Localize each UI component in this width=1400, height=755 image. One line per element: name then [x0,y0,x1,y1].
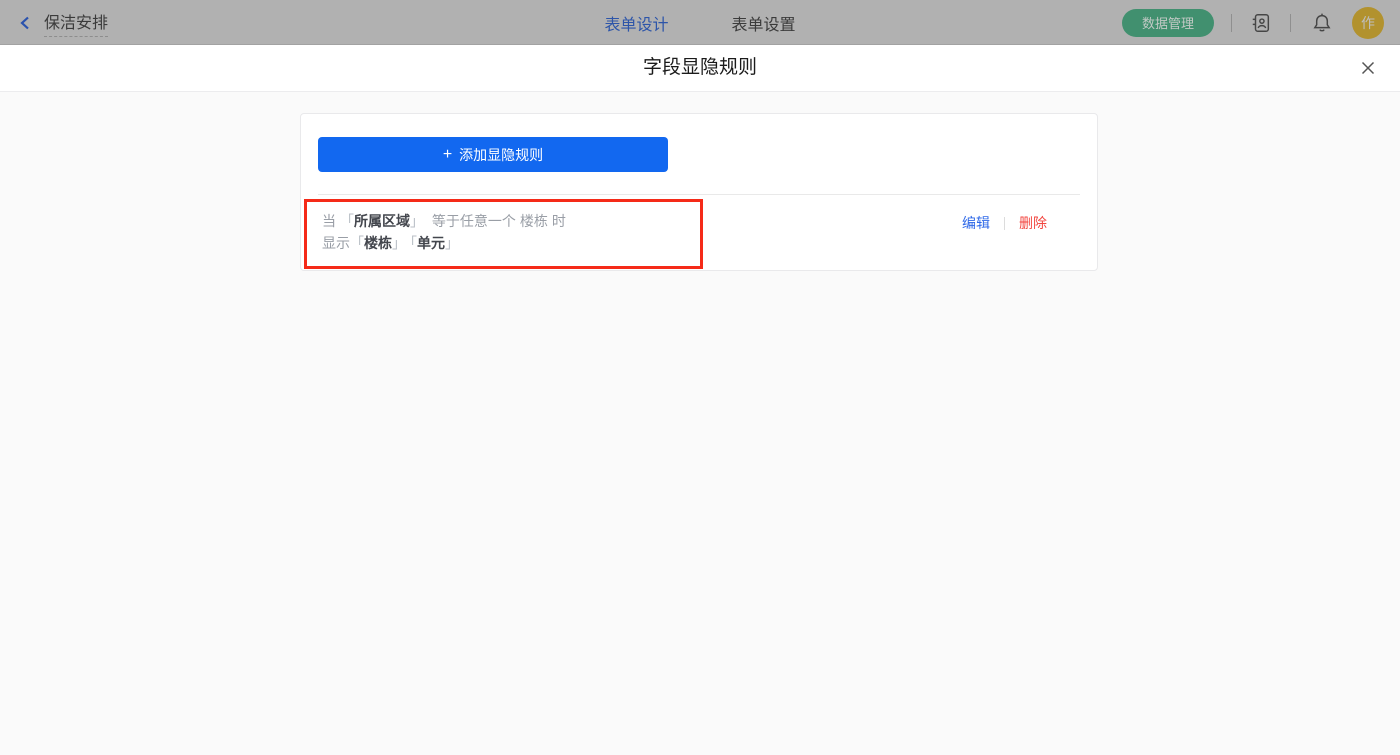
divider [1004,216,1005,230]
condition-field: 所属区域 [354,213,410,229]
condition-value: 楼栋 [519,213,548,229]
show-field: 楼栋 [364,235,392,251]
bracket-close: 」 [392,235,406,251]
bracket-close: 」 [410,213,424,229]
bell-icon [1313,13,1331,31]
modal-header: 字段显隐规则 [0,45,1400,92]
chevron-left-icon [18,15,33,31]
contacts-button[interactable] [1249,11,1273,35]
notifications-button[interactable] [1310,11,1334,35]
page-title: 字段显隐规则 [642,57,757,78]
plus-icon: + [442,145,453,163]
topbar-right: 数据管理 作 [1121,0,1384,45]
condition-operator: 等于任意一个 [431,213,516,229]
when-label: 当 [322,213,336,229]
show-field: 单元 [417,235,445,251]
divider [1290,13,1291,32]
add-rule-button[interactable]: + 添加显隐规则 [318,137,668,172]
when-suffix: 时 [551,213,566,229]
close-button[interactable] [1356,56,1380,80]
rule-item: 当「所属区域」 等于任意一个 楼栋时 显示「楼栋」 「单元」 编辑 删除 [301,195,1097,270]
contacts-icon [1252,13,1270,32]
tab-form-settings[interactable]: 表单设置 [732,11,796,35]
bracket-open: 「 [350,235,364,251]
delete-link[interactable]: 删除 [1019,213,1047,233]
app-title[interactable]: 保洁安排 [44,9,109,37]
topbar-tabs: 表单设计 表单设置 [604,0,795,45]
show-label: 显示 [322,235,350,251]
rule-actions: 编辑 删除 [962,213,1047,233]
add-rule-label: 添加显隐规则 [459,146,544,163]
bracket-close: 」 [445,235,459,251]
avatar[interactable]: 作 [1352,6,1384,39]
rule-action-line: 显示「楼栋」 「单元」 [322,232,566,254]
close-icon [1361,61,1375,75]
rules-card: + 添加显隐规则 当「所属区域」 等于任意一个 楼栋时 显示「楼栋」 「单元」 编辑… [300,113,1098,271]
tab-form-design[interactable]: 表单设计 [604,11,668,35]
back-button[interactable]: 保洁安排 [18,0,109,45]
top-bar: 保洁安排 表单设计 表单设置 数据管理 作 [0,0,1400,45]
edit-link[interactable]: 编辑 [962,213,990,233]
bracket-open: 「 [410,235,417,251]
rule-condition-line: 当「所属区域」 等于任意一个 楼栋时 [322,210,566,232]
divider [1231,13,1232,32]
data-manage-button[interactable]: 数据管理 [1121,8,1214,37]
bracket-open: 「 [340,213,354,229]
rule-text: 当「所属区域」 等于任意一个 楼栋时 显示「楼栋」 「单元」 [322,210,566,254]
